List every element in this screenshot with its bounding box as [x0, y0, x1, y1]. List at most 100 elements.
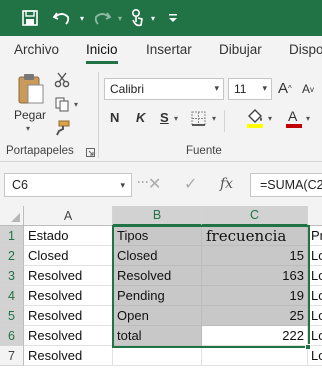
- fill-color-icon[interactable]: [244, 106, 266, 130]
- cell-a5[interactable]: Resolved: [24, 306, 113, 326]
- redo-icon[interactable]: [90, 6, 114, 30]
- format-painter-icon[interactable]: [52, 118, 72, 138]
- cell-a3[interactable]: Resolved: [24, 266, 113, 286]
- undo-icon[interactable]: [50, 6, 74, 30]
- quick-access-toolbar: ▾ ▾ ▾: [0, 0, 322, 36]
- font-name-box[interactable]: Calibri ▾: [104, 78, 224, 100]
- cell-b2[interactable]: Closed: [113, 246, 202, 266]
- paste-dropdown-icon[interactable]: ▾: [26, 124, 30, 133]
- cell-b4[interactable]: Pending: [113, 286, 202, 306]
- font-size-value: 11: [234, 82, 247, 96]
- column-header-c[interactable]: C: [202, 206, 308, 226]
- active-tab-indicator: [86, 61, 118, 64]
- italic-button[interactable]: K: [136, 110, 145, 125]
- borders-icon[interactable]: [188, 108, 208, 128]
- copy-dropdown-icon[interactable]: ▾: [74, 100, 78, 109]
- tab-disposicion[interactable]: Dispo: [289, 42, 322, 57]
- customize-qat-icon[interactable]: [164, 6, 182, 30]
- cell-c1[interactable]: frecuencia: [202, 226, 308, 246]
- clipboard-launcher-icon[interactable]: [84, 146, 96, 158]
- row-header[interactable]: 2: [0, 246, 24, 266]
- copy-icon[interactable]: [52, 94, 72, 114]
- tab-archivo[interactable]: Archivo: [14, 42, 59, 57]
- name-box[interactable]: C6 ▾: [4, 173, 132, 197]
- underline-dropdown-icon[interactable]: ▾: [174, 114, 178, 123]
- enter-icon[interactable]: ✓: [184, 174, 197, 194]
- cell-b6[interactable]: total: [113, 326, 202, 346]
- name-box-value: C6: [12, 178, 28, 192]
- cell-b5[interactable]: Open: [113, 306, 202, 326]
- redo-dropdown-icon[interactable]: ▾: [114, 6, 126, 30]
- formula-bar: C6 ▾ ⋮ ✕ ✓ fx =SUMA(C2: [0, 162, 322, 206]
- cell-a4[interactable]: Resolved: [24, 286, 113, 306]
- cell-c3[interactable]: 163: [202, 266, 308, 286]
- select-all-icon: [11, 213, 20, 222]
- borders-dropdown-icon[interactable]: ▾: [212, 114, 216, 123]
- row-header[interactable]: 6: [0, 326, 24, 346]
- cell-a1[interactable]: Estado: [24, 226, 113, 246]
- fill-handle[interactable]: [305, 344, 311, 350]
- bold-button[interactable]: N: [110, 110, 119, 125]
- cell-c4[interactable]: 19: [202, 286, 308, 306]
- cell-a2[interactable]: Closed: [24, 246, 113, 266]
- spreadsheet-grid: A B C 1 2 3 4 5 6 7 Estado Closed Resolv…: [0, 206, 322, 376]
- column-header-b[interactable]: B: [113, 206, 202, 226]
- chevron-down-icon: ▾: [120, 180, 125, 190]
- cut-icon[interactable]: [52, 70, 72, 90]
- column-header-d[interactable]: [308, 206, 322, 226]
- cell-d3[interactable]: Lo: [308, 266, 322, 286]
- insert-function-icon[interactable]: fx: [220, 176, 233, 192]
- paste-icon[interactable]: [14, 72, 48, 106]
- fill-color-dropdown-icon[interactable]: ▾: [268, 114, 272, 123]
- font-color-icon[interactable]: A: [284, 106, 304, 130]
- shrink-font-button[interactable]: Av: [302, 82, 314, 96]
- chevron-down-icon: ▾: [262, 83, 267, 93]
- shrink-font-label: A: [302, 82, 311, 96]
- formula-input[interactable]: =SUMA(C2: [250, 173, 322, 197]
- save-icon[interactable]: [18, 6, 42, 30]
- select-all-button[interactable]: [0, 206, 24, 226]
- formula-value: =SUMA(C2: [260, 178, 322, 192]
- tab-dibujar[interactable]: Dibujar: [219, 42, 262, 57]
- cell-c6-active[interactable]: 222: [202, 326, 308, 346]
- chevron-down-icon: ▾: [214, 83, 219, 93]
- cell-d1[interactable]: Pr: [308, 226, 322, 246]
- cell-c5[interactable]: 25: [202, 306, 308, 326]
- cancel-icon[interactable]: ✕: [148, 174, 161, 194]
- cell-d6[interactable]: Lo: [308, 326, 322, 346]
- ribbon: Pegar ▾ ▾ Portapapeles Calibri ▾ 11 ▾ A ^…: [0, 66, 322, 162]
- cell-c2[interactable]: 15: [202, 246, 308, 266]
- row-header[interactable]: 5: [0, 306, 24, 326]
- cell-c7[interactable]: [202, 346, 308, 366]
- grow-font-label: A: [278, 80, 289, 97]
- grow-font-button[interactable]: A ^: [278, 80, 292, 97]
- font-color-dropdown-icon[interactable]: ▾: [306, 114, 310, 123]
- ribbon-tabs: Archivo Inicio Insertar Dibujar Dispo: [0, 36, 322, 66]
- undo-dropdown-icon[interactable]: ▾: [76, 6, 88, 30]
- cell-a6[interactable]: Resolved: [24, 326, 113, 346]
- column-header-a[interactable]: A: [24, 206, 113, 226]
- cell-b7[interactable]: [113, 346, 202, 366]
- cell-d2[interactable]: Lo: [308, 246, 322, 266]
- font-size-box[interactable]: 11 ▾: [228, 78, 272, 100]
- tab-inicio[interactable]: Inicio: [86, 42, 118, 57]
- group-separator: [224, 110, 225, 132]
- row-header[interactable]: 7: [0, 346, 24, 366]
- cell-b3[interactable]: Resolved: [113, 266, 202, 286]
- svg-text:A: A: [288, 108, 298, 124]
- underline-button[interactable]: S: [160, 110, 169, 125]
- group-separator: [98, 72, 99, 158]
- font-name-value: Calibri: [110, 82, 145, 96]
- cell-d4[interactable]: Lo: [308, 286, 322, 306]
- paste-button-label[interactable]: Pegar: [14, 108, 46, 122]
- cell-b1[interactable]: Tipos: [113, 226, 202, 246]
- touch-mode-dropdown-icon[interactable]: ▾: [148, 6, 158, 30]
- touch-mode-icon[interactable]: [126, 6, 148, 30]
- row-header[interactable]: 1: [0, 226, 24, 246]
- row-header[interactable]: 4: [0, 286, 24, 306]
- row-header[interactable]: 3: [0, 266, 24, 286]
- cell-a7[interactable]: Resolved: [24, 346, 113, 366]
- clipboard-group-label: Portapapeles: [6, 145, 74, 157]
- tab-insertar[interactable]: Insertar: [146, 42, 192, 57]
- cell-d5[interactable]: Lo: [308, 306, 322, 326]
